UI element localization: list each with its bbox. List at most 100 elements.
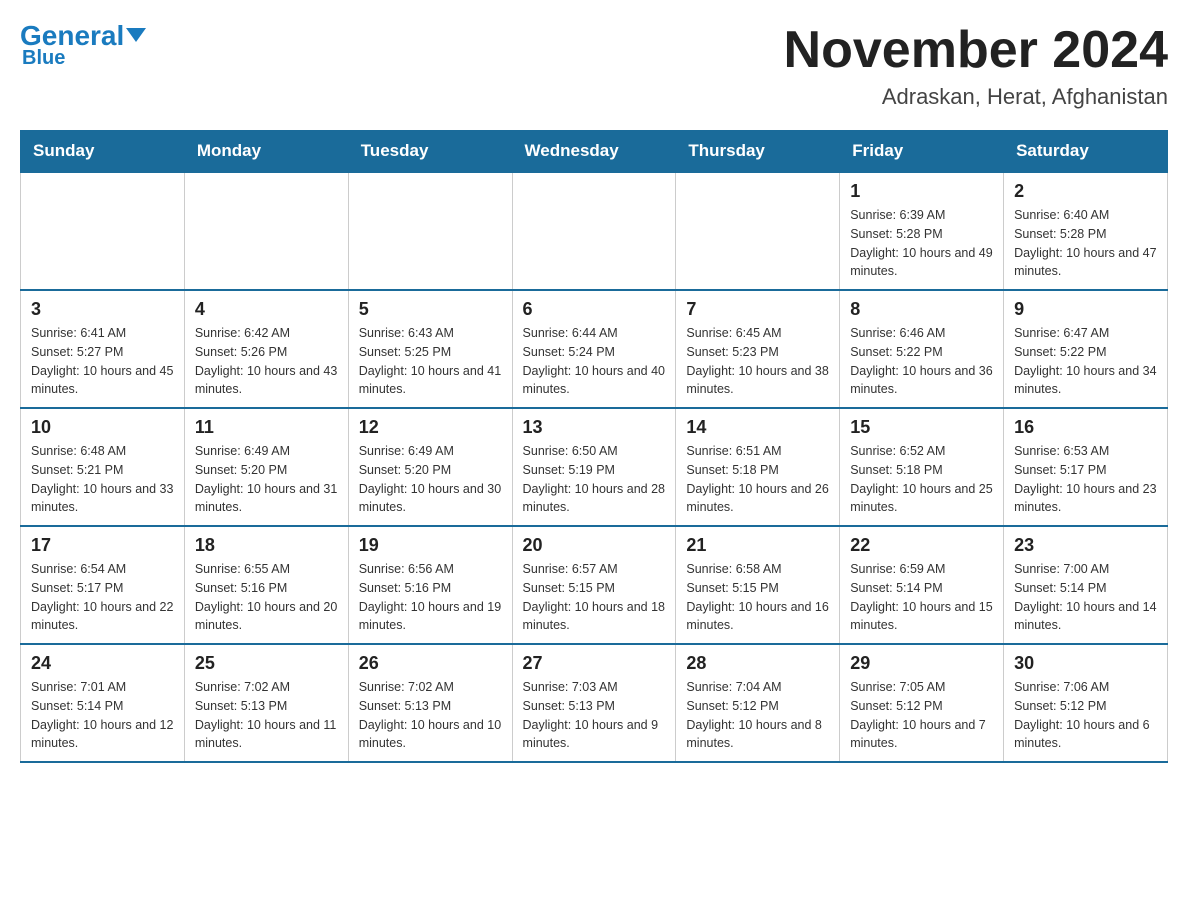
calendar-week-row: 1 Sunrise: 6:39 AMSunset: 5:28 PMDaylight… bbox=[21, 172, 1168, 290]
calendar-cell: 8Sunrise: 6:46 AMSunset: 5:22 PMDaylight… bbox=[840, 290, 1004, 408]
calendar-cell: 20Sunrise: 6:57 AMSunset: 5:15 PMDayligh… bbox=[512, 526, 676, 644]
day-info: Sunrise: 6:41 AMSunset: 5:27 PMDaylight:… bbox=[31, 324, 174, 399]
calendar-cell: 27Sunrise: 7:03 AMSunset: 5:13 PMDayligh… bbox=[512, 644, 676, 762]
month-title: November 2024 bbox=[784, 20, 1168, 80]
day-number: 28 bbox=[686, 653, 829, 674]
day-info: Sunrise: 6:45 AMSunset: 5:23 PMDaylight:… bbox=[686, 324, 829, 399]
weekday-header-wednesday: Wednesday bbox=[512, 131, 676, 173]
calendar-cell bbox=[184, 172, 348, 290]
weekday-header-monday: Monday bbox=[184, 131, 348, 173]
day-info: Sunrise: 6:49 AMSunset: 5:20 PMDaylight:… bbox=[359, 442, 502, 517]
day-info: Sunrise: 6:43 AMSunset: 5:25 PMDaylight:… bbox=[359, 324, 502, 399]
calendar-cell: 28 Sunrise: 7:04 AMSunset: 5:12 PMDayligh… bbox=[676, 644, 840, 762]
calendar-week-row: 24Sunrise: 7:01 AMSunset: 5:14 PMDayligh… bbox=[21, 644, 1168, 762]
day-info: Sunrise: 7:00 AMSunset: 5:14 PMDaylight:… bbox=[1014, 560, 1157, 635]
day-number: 15 bbox=[850, 417, 993, 438]
calendar-cell: 23 Sunrise: 7:00 AMSunset: 5:14 PMDayligh… bbox=[1004, 526, 1168, 644]
calendar-cell: 26Sunrise: 7:02 AMSunset: 5:13 PMDayligh… bbox=[348, 644, 512, 762]
calendar-cell: 18 Sunrise: 6:55 AMSunset: 5:16 PMDayligh… bbox=[184, 526, 348, 644]
day-info: Sunrise: 6:54 AMSunset: 5:17 PMDaylight:… bbox=[31, 560, 174, 635]
calendar-cell bbox=[512, 172, 676, 290]
calendar-cell: 17 Sunrise: 6:54 AMSunset: 5:17 PMDayligh… bbox=[21, 526, 185, 644]
calendar-cell: 12 Sunrise: 6:49 AMSunset: 5:20 PMDayligh… bbox=[348, 408, 512, 526]
day-info: Sunrise: 7:04 AMSunset: 5:12 PMDaylight:… bbox=[686, 678, 829, 753]
calendar-cell: 11 Sunrise: 6:49 AMSunset: 5:20 PMDayligh… bbox=[184, 408, 348, 526]
calendar-cell: 22 Sunrise: 6:59 AMSunset: 5:14 PMDayligh… bbox=[840, 526, 1004, 644]
calendar-table: SundayMondayTuesdayWednesdayThursdayFrid… bbox=[20, 130, 1168, 763]
calendar-cell: 6 Sunrise: 6:44 AMSunset: 5:24 PMDaylight… bbox=[512, 290, 676, 408]
calendar-cell: 21Sunrise: 6:58 AMSunset: 5:15 PMDayligh… bbox=[676, 526, 840, 644]
day-info: Sunrise: 6:52 AMSunset: 5:18 PMDaylight:… bbox=[850, 442, 993, 517]
day-number: 20 bbox=[523, 535, 666, 556]
day-number: 13 bbox=[523, 417, 666, 438]
calendar-week-row: 3 Sunrise: 6:41 AMSunset: 5:27 PMDaylight… bbox=[21, 290, 1168, 408]
day-info: Sunrise: 6:53 AMSunset: 5:17 PMDaylight:… bbox=[1014, 442, 1157, 517]
weekday-header-sunday: Sunday bbox=[21, 131, 185, 173]
calendar-cell: 29 Sunrise: 7:05 AMSunset: 5:12 PMDayligh… bbox=[840, 644, 1004, 762]
day-info: Sunrise: 6:59 AMSunset: 5:14 PMDaylight:… bbox=[850, 560, 993, 635]
weekday-header-thursday: Thursday bbox=[676, 131, 840, 173]
calendar-cell: 7Sunrise: 6:45 AMSunset: 5:23 PMDaylight… bbox=[676, 290, 840, 408]
calendar-cell: 9 Sunrise: 6:47 AMSunset: 5:22 PMDaylight… bbox=[1004, 290, 1168, 408]
day-number: 4 bbox=[195, 299, 338, 320]
day-number: 2 bbox=[1014, 181, 1157, 202]
page-header: General Blue November 2024 Adraskan, Her… bbox=[20, 20, 1168, 110]
calendar-cell: 4 Sunrise: 6:42 AMSunset: 5:26 PMDaylight… bbox=[184, 290, 348, 408]
day-number: 22 bbox=[850, 535, 993, 556]
calendar-header-row: SundayMondayTuesdayWednesdayThursdayFrid… bbox=[21, 131, 1168, 173]
title-area: November 2024 Adraskan, Herat, Afghanist… bbox=[784, 20, 1168, 110]
day-info: Sunrise: 6:51 AMSunset: 5:18 PMDaylight:… bbox=[686, 442, 829, 517]
day-info: Sunrise: 6:47 AMSunset: 5:22 PMDaylight:… bbox=[1014, 324, 1157, 399]
day-number: 25 bbox=[195, 653, 338, 674]
day-info: Sunrise: 7:05 AMSunset: 5:12 PMDaylight:… bbox=[850, 678, 993, 753]
calendar-cell: 14Sunrise: 6:51 AMSunset: 5:18 PMDayligh… bbox=[676, 408, 840, 526]
day-info: Sunrise: 6:42 AMSunset: 5:26 PMDaylight:… bbox=[195, 324, 338, 399]
day-number: 1 bbox=[850, 181, 993, 202]
day-number: 10 bbox=[31, 417, 174, 438]
day-number: 16 bbox=[1014, 417, 1157, 438]
day-number: 23 bbox=[1014, 535, 1157, 556]
day-number: 24 bbox=[31, 653, 174, 674]
day-info: Sunrise: 6:55 AMSunset: 5:16 PMDaylight:… bbox=[195, 560, 338, 635]
logo-blue: Blue bbox=[22, 47, 65, 70]
day-number: 5 bbox=[359, 299, 502, 320]
day-info: Sunrise: 6:49 AMSunset: 5:20 PMDaylight:… bbox=[195, 442, 338, 517]
calendar-cell: 1 Sunrise: 6:39 AMSunset: 5:28 PMDaylight… bbox=[840, 172, 1004, 290]
day-number: 8 bbox=[850, 299, 993, 320]
calendar-week-row: 17 Sunrise: 6:54 AMSunset: 5:17 PMDayligh… bbox=[21, 526, 1168, 644]
calendar-cell: 15 Sunrise: 6:52 AMSunset: 5:18 PMDayligh… bbox=[840, 408, 1004, 526]
day-number: 29 bbox=[850, 653, 993, 674]
logo-triangle-icon bbox=[126, 28, 146, 42]
day-number: 11 bbox=[195, 417, 338, 438]
calendar-cell: 30 Sunrise: 7:06 AMSunset: 5:12 PMDayligh… bbox=[1004, 644, 1168, 762]
calendar-cell: 10 Sunrise: 6:48 AMSunset: 5:21 PMDayligh… bbox=[21, 408, 185, 526]
day-number: 30 bbox=[1014, 653, 1157, 674]
day-number: 21 bbox=[686, 535, 829, 556]
day-info: Sunrise: 7:06 AMSunset: 5:12 PMDaylight:… bbox=[1014, 678, 1157, 753]
location-subtitle: Adraskan, Herat, Afghanistan bbox=[784, 84, 1168, 110]
day-number: 27 bbox=[523, 653, 666, 674]
calendar-cell: 2 Sunrise: 6:40 AMSunset: 5:28 PMDaylight… bbox=[1004, 172, 1168, 290]
day-number: 17 bbox=[31, 535, 174, 556]
calendar-cell bbox=[21, 172, 185, 290]
calendar-cell: 16 Sunrise: 6:53 AMSunset: 5:17 PMDayligh… bbox=[1004, 408, 1168, 526]
calendar-cell bbox=[348, 172, 512, 290]
calendar-cell: 25 Sunrise: 7:02 AMSunset: 5:13 PMDayligh… bbox=[184, 644, 348, 762]
day-info: Sunrise: 6:40 AMSunset: 5:28 PMDaylight:… bbox=[1014, 206, 1157, 281]
day-number: 9 bbox=[1014, 299, 1157, 320]
day-info: Sunrise: 6:44 AMSunset: 5:24 PMDaylight:… bbox=[523, 324, 666, 399]
day-info: Sunrise: 6:50 AMSunset: 5:19 PMDaylight:… bbox=[523, 442, 666, 517]
day-number: 12 bbox=[359, 417, 502, 438]
calendar-cell bbox=[676, 172, 840, 290]
calendar-week-row: 10 Sunrise: 6:48 AMSunset: 5:21 PMDayligh… bbox=[21, 408, 1168, 526]
day-info: Sunrise: 7:02 AMSunset: 5:13 PMDaylight:… bbox=[195, 678, 338, 753]
day-info: Sunrise: 6:39 AMSunset: 5:28 PMDaylight:… bbox=[850, 206, 993, 281]
weekday-header-friday: Friday bbox=[840, 131, 1004, 173]
day-info: Sunrise: 6:48 AMSunset: 5:21 PMDaylight:… bbox=[31, 442, 174, 517]
day-info: Sunrise: 6:56 AMSunset: 5:16 PMDaylight:… bbox=[359, 560, 502, 635]
day-number: 6 bbox=[523, 299, 666, 320]
day-number: 19 bbox=[359, 535, 502, 556]
logo: General Blue bbox=[20, 20, 146, 70]
day-number: 18 bbox=[195, 535, 338, 556]
day-number: 3 bbox=[31, 299, 174, 320]
